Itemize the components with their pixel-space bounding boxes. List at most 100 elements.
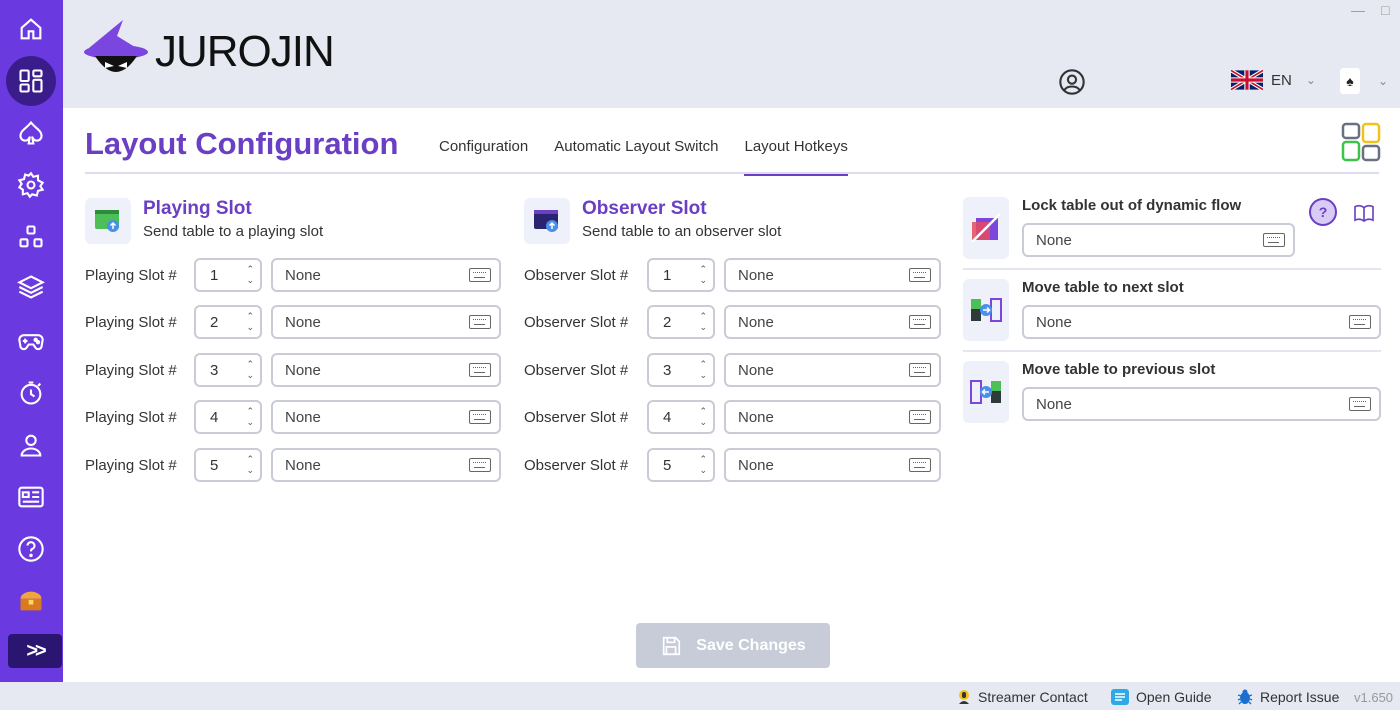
lock-table-icon (963, 197, 1009, 259)
observer-slot-hotkey-5[interactable]: None (724, 448, 941, 482)
stepper-value: 3 (663, 361, 672, 379)
playing-slot-hotkey-5[interactable]: None (271, 448, 501, 482)
save-changes-button[interactable]: Save Changes (636, 623, 830, 668)
observer-slot-stepper-4[interactable]: 4 ⌃ ⌄ (647, 400, 715, 434)
stepper-value: 2 (663, 313, 672, 331)
keyboard-icon (469, 363, 491, 377)
report-issue-link[interactable]: Report Issue (1236, 688, 1339, 706)
guide-icon (1111, 689, 1129, 705)
stepper-arrows-icon[interactable]: ⌃ ⌄ (246, 359, 254, 381)
gamepad-icon[interactable] (6, 318, 56, 364)
stepper-arrows-icon[interactable]: ⌃ ⌄ (246, 406, 254, 428)
observer-slot-stepper-1[interactable]: 1 ⌃ ⌄ (647, 258, 715, 292)
playing-slot-stepper-4[interactable]: 4 ⌃ ⌄ (194, 400, 262, 434)
observer-slot-hotkey-2[interactable]: None (724, 305, 941, 339)
open-guide-link[interactable]: Open Guide (1110, 688, 1212, 706)
keyboard-icon (909, 268, 931, 282)
news-icon[interactable] (6, 474, 56, 520)
wizard-logo-icon (84, 20, 148, 72)
expand-sidebar-button[interactable]: >> (8, 634, 62, 668)
stepper-arrows-icon[interactable]: ⌃ ⌄ (246, 311, 254, 333)
observer-slot-hotkey-1[interactable]: None (724, 258, 941, 292)
lock-table-label: Lock table out of dynamic flow (1022, 197, 1242, 214)
language-code: EN (1271, 71, 1292, 89)
tab-layout-hotkeys[interactable]: Layout Hotkeys (744, 136, 848, 176)
status-footer: Streamer Contact Open Guide Report Issue… (0, 682, 1400, 710)
layout-grid-icon[interactable] (6, 56, 56, 106)
stepper-value: 2 (210, 313, 219, 331)
playing-slot-hotkey-3[interactable]: None (271, 353, 501, 387)
previous-slot-label: Move table to previous slot (1022, 361, 1216, 378)
next-slot-icon (963, 279, 1009, 341)
keyboard-icon (1349, 315, 1371, 329)
keyboard-icon (909, 363, 931, 377)
next-slot-action: Move table to next slot None (963, 279, 1381, 341)
report-issue-label: Report Issue (1260, 689, 1340, 705)
playing-slot-stepper-3[interactable]: 3 ⌃ ⌄ (194, 353, 262, 387)
tab-automatic-layout-switch[interactable]: Automatic Layout Switch (554, 136, 718, 176)
stepper-arrows-icon[interactable]: ⌃ ⌄ (246, 454, 254, 476)
streamer-contact-label: Streamer Contact (978, 689, 1088, 705)
stepper-value: 3 (210, 361, 219, 379)
observer-slot-label: Observer Slot # (524, 408, 629, 426)
stopwatch-icon[interactable] (6, 370, 56, 416)
observer-slot-stepper-5[interactable]: 5 ⌃ ⌄ (647, 448, 715, 482)
stepper-value: 5 (663, 456, 672, 474)
tiles-icon[interactable] (6, 214, 56, 260)
home-icon[interactable] (6, 6, 56, 52)
observer-slot-stepper-3[interactable]: 3 ⌃ ⌄ (647, 353, 715, 387)
observer-slot-row-5: Observer Slot # 5 ⌃ ⌄ None (524, 448, 941, 482)
observer-slot-subtitle: Send table to an observer slot (582, 223, 782, 240)
language-selector[interactable]: EN ⌄ (1231, 70, 1316, 90)
observer-slot-stepper-2[interactable]: 2 ⌃ ⌄ (647, 305, 715, 339)
user-icon[interactable] (6, 422, 56, 468)
tab-configuration[interactable]: Configuration (439, 136, 528, 176)
spade-icon[interactable] (6, 110, 56, 156)
stepper-value: 4 (663, 408, 672, 426)
observer-slot-hotkey-3[interactable]: None (724, 353, 941, 387)
hotkey-value: None (738, 456, 774, 474)
stepper-arrows-icon[interactable]: ⌃ ⌄ (699, 264, 707, 286)
previous-slot-hotkey[interactable]: None (1022, 387, 1381, 421)
save-changes-label: Save Changes (696, 636, 806, 654)
observer-slot-label: Observer Slot # (524, 361, 629, 379)
playing-slot-stepper-1[interactable]: 1 ⌃ ⌄ (194, 258, 262, 292)
maximize-button[interactable]: □ (1381, 2, 1389, 18)
previous-slot-icon (963, 361, 1009, 423)
playing-slot-stepper-5[interactable]: 5 ⌃ ⌄ (194, 448, 262, 482)
treasure-chest-icon[interactable] (6, 578, 56, 624)
streamer-contact-link[interactable]: Streamer Contact (956, 688, 1088, 706)
playing-slot-stepper-2[interactable]: 2 ⌃ ⌄ (194, 305, 262, 339)
sidebar: >> (0, 0, 63, 682)
help-circle-icon[interactable] (6, 526, 56, 572)
card-deck-selector[interactable]: ♠ ⌄ (1340, 68, 1388, 94)
playing-slot-hotkey-1[interactable]: None (271, 258, 501, 292)
stepper-arrows-icon[interactable]: ⌃ ⌄ (699, 311, 707, 333)
observer-slot-row-1: Observer Slot # 1 ⌃ ⌄ None (524, 258, 941, 292)
minimize-button[interactable]: — (1351, 2, 1365, 18)
playing-slot-label: Playing Slot # (85, 361, 177, 379)
layers-icon[interactable] (6, 264, 56, 310)
playing-slot-subtitle: Send table to a playing slot (143, 223, 324, 240)
help-icon[interactable]: ? (1309, 198, 1337, 226)
playing-slot-hotkey-2[interactable]: None (271, 305, 501, 339)
keyboard-icon (1349, 397, 1371, 411)
account-icon[interactable] (1058, 68, 1086, 101)
tab-divider (85, 172, 1379, 174)
stepper-arrows-icon[interactable]: ⌃ ⌄ (246, 264, 254, 286)
playing-slot-label: Playing Slot # (85, 313, 177, 331)
gear-icon[interactable] (6, 162, 56, 208)
stepper-arrows-icon[interactable]: ⌃ ⌄ (699, 406, 707, 428)
observer-slot-row-4: Observer Slot # 4 ⌃ ⌄ None (524, 400, 941, 434)
book-icon[interactable] (1353, 204, 1375, 227)
observer-slot-hotkey-4[interactable]: None (724, 400, 941, 434)
chevron-down-icon: ⌄ (1305, 73, 1316, 87)
stepper-arrows-icon[interactable]: ⌃ ⌄ (699, 359, 707, 381)
playing-slot-title: Playing Slot (143, 198, 252, 219)
stepper-arrows-icon[interactable]: ⌃ ⌄ (699, 454, 707, 476)
next-slot-hotkey[interactable]: None (1022, 305, 1381, 339)
lock-table-hotkey[interactable]: None (1022, 223, 1295, 257)
layout-preset-icon[interactable] (1341, 122, 1383, 169)
playing-slot-hotkey-4[interactable]: None (271, 400, 501, 434)
keyboard-icon (909, 315, 931, 329)
